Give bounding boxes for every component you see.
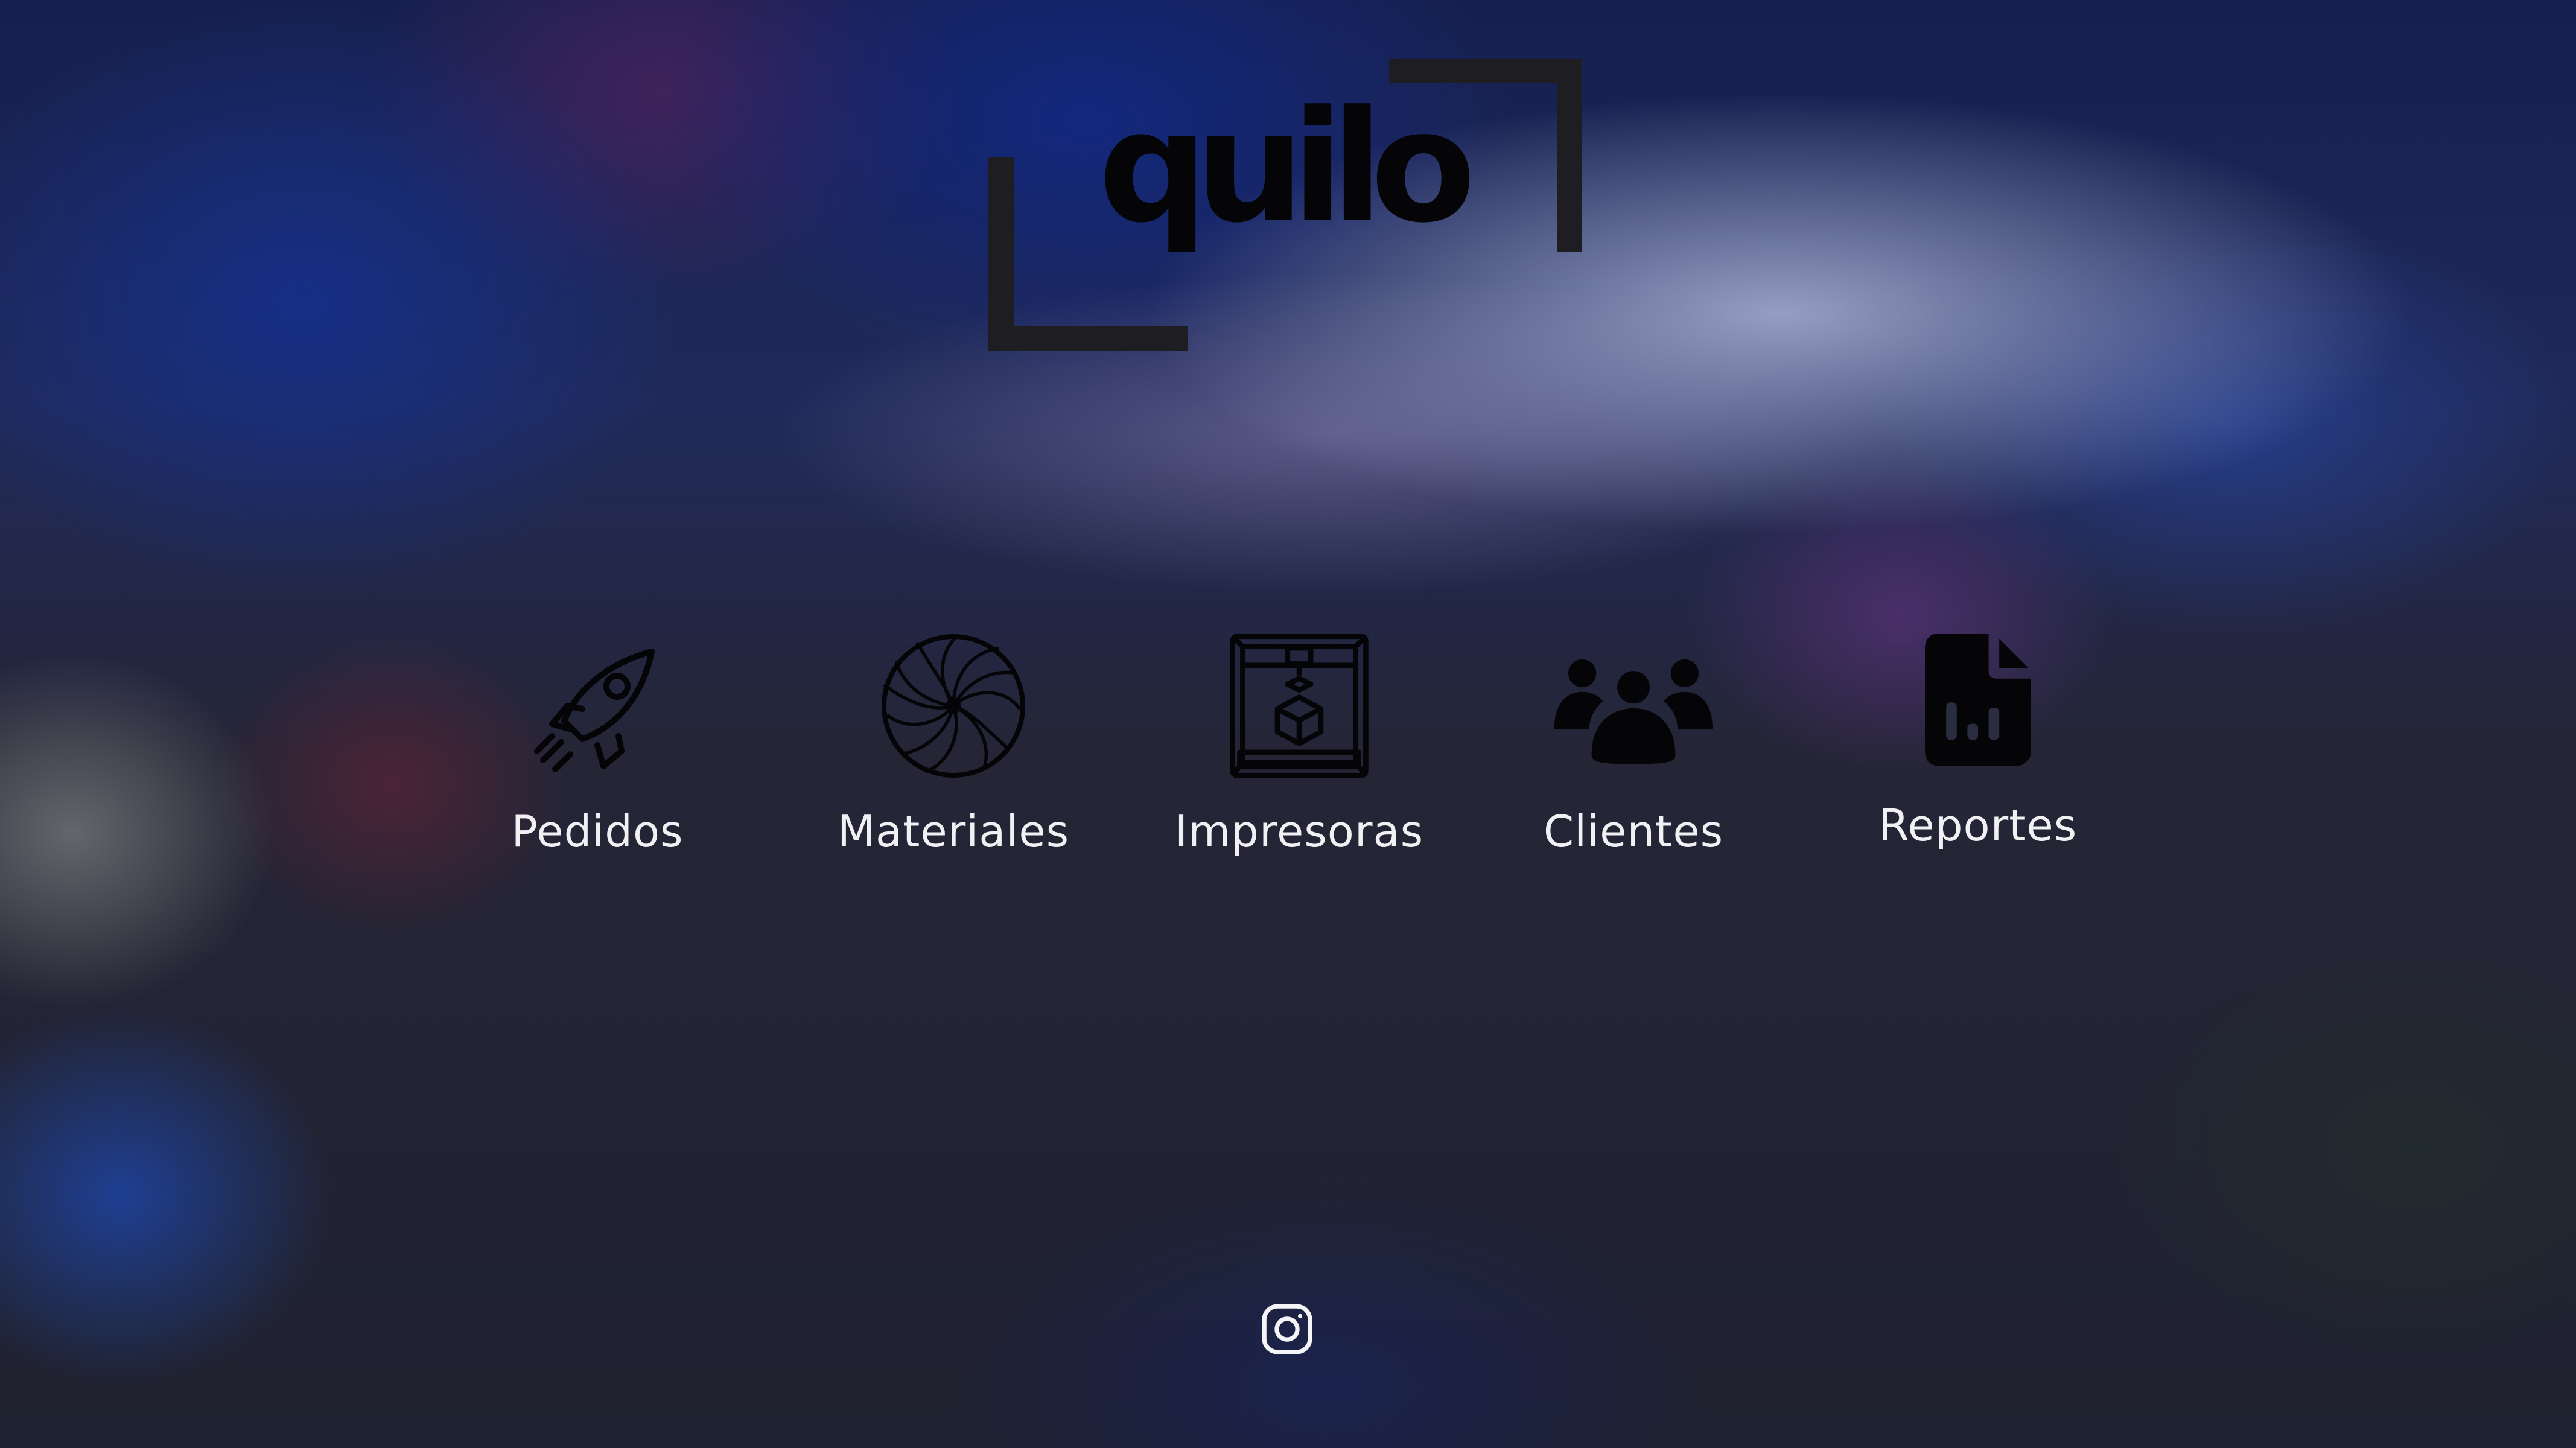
- logo-bracket-bottom-left-base: [988, 326, 1188, 351]
- nav-label-reportes: Reportes: [1878, 800, 2078, 851]
- users-group-icon: [1552, 627, 1715, 784]
- rocket-icon: [516, 627, 679, 784]
- nav-label-pedidos: Pedidos: [511, 806, 684, 857]
- nav-item-clientes[interactable]: Clientes: [1477, 627, 1790, 881]
- logo-wordmark: quilo: [1098, 78, 1476, 257]
- instagram-icon[interactable]: [1260, 1302, 1314, 1356]
- nav-item-pedidos[interactable]: Pedidos: [440, 627, 754, 881]
- logo-bracket-top-right-side: [1557, 59, 1582, 252]
- brand-logo: quilo: [984, 54, 1587, 356]
- nav-label-clientes: Clientes: [1543, 806, 1724, 857]
- report-file-icon: [1897, 621, 2059, 778]
- nav-item-reportes[interactable]: Reportes: [1821, 621, 2135, 875]
- nav-item-impresoras[interactable]: Impresoras: [1142, 627, 1456, 881]
- filament-spool-icon: [872, 627, 1035, 784]
- nav-item-materiales[interactable]: Materiales: [797, 627, 1110, 881]
- nav-label-impresoras: Impresoras: [1174, 806, 1424, 857]
- 3d-printer-icon: [1218, 627, 1381, 784]
- logo-bracket-bottom-left: [988, 157, 1014, 350]
- nav-label-materiales: Materiales: [837, 806, 1070, 857]
